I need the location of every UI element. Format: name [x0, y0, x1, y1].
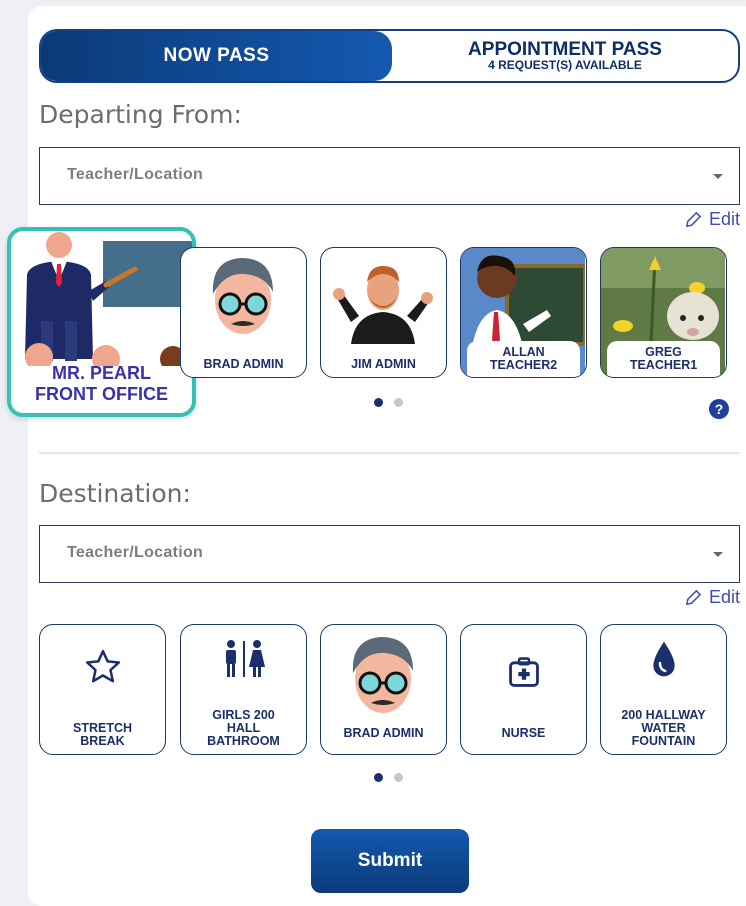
chevron-down-icon: [713, 552, 723, 557]
tile-brad-admin-destination[interactable]: BRAD ADMIN: [320, 624, 447, 755]
tile-stretch-break[interactable]: STRETCH BREAK: [39, 624, 166, 755]
featured-tile-mr-pearl[interactable]: MR. PEARL FRONT OFFICE: [7, 227, 196, 417]
chevron-down-icon: [713, 174, 723, 179]
carousel-dot[interactable]: [374, 398, 383, 407]
departing-edit-link[interactable]: Edit: [684, 209, 740, 230]
pass-form-card: [28, 6, 746, 906]
tile-label: ALLAN TEACHER2: [467, 341, 580, 377]
pencil-icon: [685, 589, 702, 606]
edit-label: Edit: [708, 209, 740, 229]
pencil-icon: [685, 211, 702, 228]
destination-label: Destination:: [39, 479, 191, 508]
departing-from-label: Departing From:: [39, 100, 242, 129]
first-aid-icon: [461, 655, 586, 689]
now-pass-tab[interactable]: NOW PASS: [41, 31, 392, 81]
divider: [39, 452, 740, 454]
tile-label: GIRLS 200 HALL BATHROOM: [207, 708, 280, 748]
carousel-dot[interactable]: [394, 773, 403, 782]
departing-carousel-dots: [374, 398, 403, 407]
tile-label: BRAD ADMIN: [203, 357, 284, 371]
tile-brad-admin[interactable]: BRAD ADMIN: [180, 247, 307, 378]
featured-tile-name: MR. PEARL FRONT OFFICE: [35, 363, 168, 404]
departing-placeholder: Teacher/Location: [67, 166, 204, 183]
tile-label: JIM ADMIN: [351, 357, 416, 371]
avatar-glasses-man-icon: [212, 258, 273, 334]
tile-200-hallway-water-fountain[interactable]: 200 HALLWAY WATER FOUNTAIN: [600, 624, 727, 755]
destination-carousel-dots: [374, 773, 403, 782]
restroom-icon: [181, 639, 306, 679]
tile-label: 200 HALLWAY WATER FOUNTAIN: [621, 708, 706, 748]
destination-select[interactable]: Teacher/Location: [39, 525, 740, 583]
avatar-glasses-man-icon: [352, 637, 413, 713]
water-drop-icon: [601, 639, 726, 679]
submit-button[interactable]: Submit: [311, 829, 469, 893]
appointment-pass-label: APPOINTMENT PASS: [468, 38, 662, 60]
destination-placeholder: Teacher/Location: [67, 544, 204, 561]
tile-label: BRAD ADMIN: [343, 726, 424, 740]
edit-label: Edit: [708, 587, 740, 607]
destination-edit-link[interactable]: Edit: [684, 587, 740, 608]
tile-girls-200-hall-bathroom[interactable]: GIRLS 200 HALL BATHROOM: [180, 624, 307, 755]
teacher-presenting-icon: [25, 232, 192, 366]
pass-type-toggle: NOW PASS APPOINTMENT PASS 4 REQUEST(S) A…: [39, 29, 740, 83]
tile-greg-teacher1[interactable]: GREG TEACHER1: [600, 247, 727, 378]
tile-label: NURSE: [501, 726, 546, 740]
carousel-dot[interactable]: [394, 398, 403, 407]
appointment-pass-tab[interactable]: APPOINTMENT PASS 4 REQUEST(S) AVAILABLE: [392, 31, 738, 81]
tile-label: STRETCH BREAK: [72, 721, 133, 748]
tile-jim-admin[interactable]: JIM ADMIN: [320, 247, 447, 378]
tile-label: GREG TEACHER1: [607, 341, 720, 377]
appointment-requests-available: 4 REQUEST(S) AVAILABLE: [488, 57, 642, 72]
tile-nurse[interactable]: NURSE: [460, 624, 587, 755]
departing-select[interactable]: Teacher/Location: [39, 147, 740, 205]
carousel-dot[interactable]: [374, 773, 383, 782]
help-icon[interactable]: ?: [709, 399, 729, 419]
tile-allan-teacher2[interactable]: ALLAN TEACHER2: [460, 247, 587, 378]
avatar-cartoon-man-icon: [333, 266, 433, 344]
star-icon: [40, 647, 165, 687]
